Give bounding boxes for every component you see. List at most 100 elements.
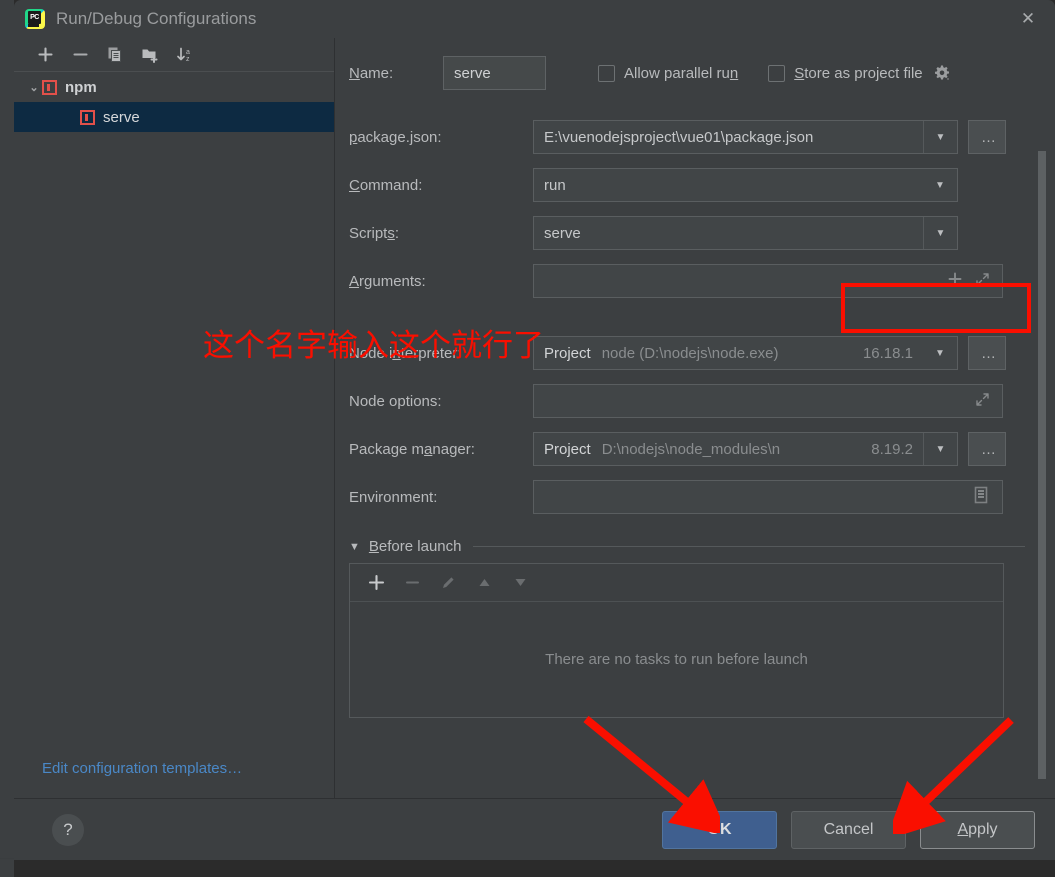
sort-az-icon[interactable]: a z — [170, 42, 200, 68]
node-interpreter-combo[interactable]: Project node (D:\nodejs\node.exe) 16.18.… — [533, 336, 958, 370]
remove-task-button — [402, 573, 422, 593]
chevron-down-icon[interactable]: ▼ — [923, 337, 957, 369]
dialog-title: Run/Debug Configurations — [56, 9, 257, 28]
folder-add-icon[interactable] — [135, 42, 165, 68]
environment-list-icon[interactable] — [972, 486, 990, 508]
svg-text:z: z — [186, 56, 190, 63]
gear-dropdown-icon[interactable] — [931, 62, 953, 84]
configurations-sidebar: a z ⌄ npm serve Edit configuration templ… — [14, 38, 335, 798]
scripts-combo[interactable]: serve ▼ — [533, 216, 958, 250]
add-configuration-button[interactable] — [30, 42, 60, 68]
chevron-down-icon[interactable]: ▼ — [923, 217, 957, 249]
npm-icon — [80, 109, 95, 125]
command-combo[interactable]: run ▼ — [533, 168, 958, 202]
cancel-button[interactable]: Cancel — [791, 810, 906, 849]
packagejson-value: E:\vuenodejsproject\vue01\package.json — [544, 128, 814, 146]
package-manager-label: Package manager: — [349, 440, 475, 458]
arguments-input[interactable] — [533, 264, 1003, 298]
ok-button[interactable]: OK — [662, 810, 777, 849]
before-launch-header[interactable]: ▼ Before launch — [349, 538, 1025, 555]
before-launch-empty-text: There are no tasks to run before launch — [545, 651, 808, 668]
edit-configuration-templates-link[interactable]: Edit configuration templates… — [42, 760, 242, 777]
chevron-down-icon[interactable]: ▼ — [349, 541, 360, 553]
annotation-note-text: 这个名字输入这个就行了 — [203, 328, 544, 364]
expand-icon[interactable] — [975, 392, 990, 411]
package-manager-scope: Project — [544, 440, 591, 458]
node-options-row: Node options: — [349, 384, 1025, 418]
packagejson-label: package.json: — [349, 128, 442, 146]
packagejson-row: package.json: E:\vuenodejsproject\vue01\… — [349, 120, 1025, 154]
name-input[interactable] — [443, 56, 546, 90]
node-options-icons — [975, 392, 1002, 411]
node-interpreter-path: node (D:\nodejs\node.exe) — [601, 344, 779, 362]
configurations-toolbar: a z — [14, 38, 334, 72]
tree-item-label: serve — [103, 108, 140, 126]
node-options-label: Node options: — [349, 392, 442, 410]
before-launch-panel: There are no tasks to run before launch — [349, 563, 1004, 718]
environment-row: Environment: — [349, 480, 1025, 514]
before-launch-toolbar — [350, 564, 1003, 602]
command-label: Command: — [349, 176, 423, 194]
scripts-label: Scripts: — [349, 224, 400, 242]
plus-icon[interactable] — [947, 271, 963, 291]
dialog-titlebar: PC Run/Debug Configurations ✕ — [14, 0, 1055, 38]
package-manager-browse-button[interactable]: … — [968, 432, 1006, 466]
name-label: Name: — [349, 64, 394, 82]
move-task-down-button — [510, 573, 530, 593]
before-launch-title: Before launch — [368, 538, 462, 555]
move-task-up-button — [474, 573, 494, 593]
tree-group-npm[interactable]: ⌄ npm — [14, 72, 334, 102]
copy-configuration-button[interactable] — [100, 42, 130, 68]
apply-button[interactable]: Apply — [920, 810, 1035, 849]
allow-parallel-run-label: Allow parallel run — [624, 64, 739, 82]
scripts-row: Scripts: serve ▼ — [349, 216, 1025, 250]
environment-label: Environment: — [349, 488, 438, 506]
chevron-down-icon[interactable]: ▼ — [923, 169, 957, 201]
before-launch-divider — [473, 546, 1025, 547]
dialog-button-bar: ? OK Cancel Apply — [14, 798, 1055, 860]
store-as-project-file-label: Store as project file — [794, 64, 923, 82]
node-interpreter-scope: Project — [544, 344, 591, 362]
name-row: Name: Allow parallel run Store as projec… — [349, 56, 1025, 90]
expand-icon[interactable] — [975, 272, 990, 291]
checkbox-box[interactable] — [768, 64, 786, 82]
node-options-input[interactable] — [533, 384, 1003, 418]
chevron-down-icon[interactable]: ▼ — [923, 433, 957, 465]
node-interpreter-browse-button[interactable]: … — [968, 336, 1006, 370]
package-manager-row: Package manager: Project D:\nodejs\node_… — [349, 432, 1025, 466]
dialog-buttons: OK Cancel Apply — [662, 810, 1035, 849]
configuration-form: Name: Allow parallel run Store as projec… — [335, 38, 1055, 798]
npm-icon — [42, 79, 57, 95]
tree-item-serve[interactable]: serve — [14, 102, 334, 132]
arguments-row: Arguments: — [349, 264, 1025, 298]
packagejson-browse-button[interactable]: … — [968, 120, 1006, 154]
configurations-tree[interactable]: ⌄ npm serve — [14, 72, 334, 760]
arguments-label: Arguments: — [349, 272, 426, 290]
environment-icons — [972, 486, 1002, 508]
dialog-body: a z ⌄ npm serve Edit configuration templ… — [14, 38, 1055, 798]
environment-input[interactable] — [533, 480, 1003, 514]
allow-parallel-run-checkbox[interactable]: Allow parallel run — [598, 64, 739, 82]
background-left-strip — [0, 0, 14, 877]
svg-text:a: a — [186, 49, 190, 56]
arguments-icons — [947, 271, 1002, 291]
tree-group-label: npm — [65, 78, 97, 96]
packagejson-combo[interactable]: E:\vuenodejsproject\vue01\package.json ▼ — [533, 120, 958, 154]
add-task-button[interactable] — [366, 573, 386, 593]
package-manager-combo[interactable]: Project D:\nodejs\node_modules\n 8.19.2 … — [533, 432, 958, 466]
form-scrollbar-thumb[interactable] — [1038, 151, 1046, 779]
chevron-down-icon[interactable]: ▼ — [923, 121, 957, 153]
remove-configuration-button[interactable] — [65, 42, 95, 68]
pycharm-logo-icon: PC — [24, 8, 46, 30]
chevron-down-icon[interactable]: ⌄ — [26, 81, 42, 94]
close-icon[interactable]: ✕ — [1015, 8, 1041, 30]
scripts-value: serve — [544, 224, 581, 242]
checkbox-box[interactable] — [598, 64, 615, 82]
package-manager-path: D:\nodejs\node_modules\n — [601, 440, 781, 458]
command-row: Command: run ▼ — [349, 168, 1025, 202]
help-button[interactable]: ? — [52, 813, 84, 846]
node-interpreter-version: 16.18.1 — [862, 344, 913, 362]
store-as-project-file-checkbox[interactable]: Store as project file — [768, 64, 923, 82]
run-debug-configurations-dialog: PC Run/Debug Configurations ✕ a z ⌄ npm … — [14, 0, 1055, 860]
package-manager-version: 8.19.2 — [871, 440, 913, 458]
